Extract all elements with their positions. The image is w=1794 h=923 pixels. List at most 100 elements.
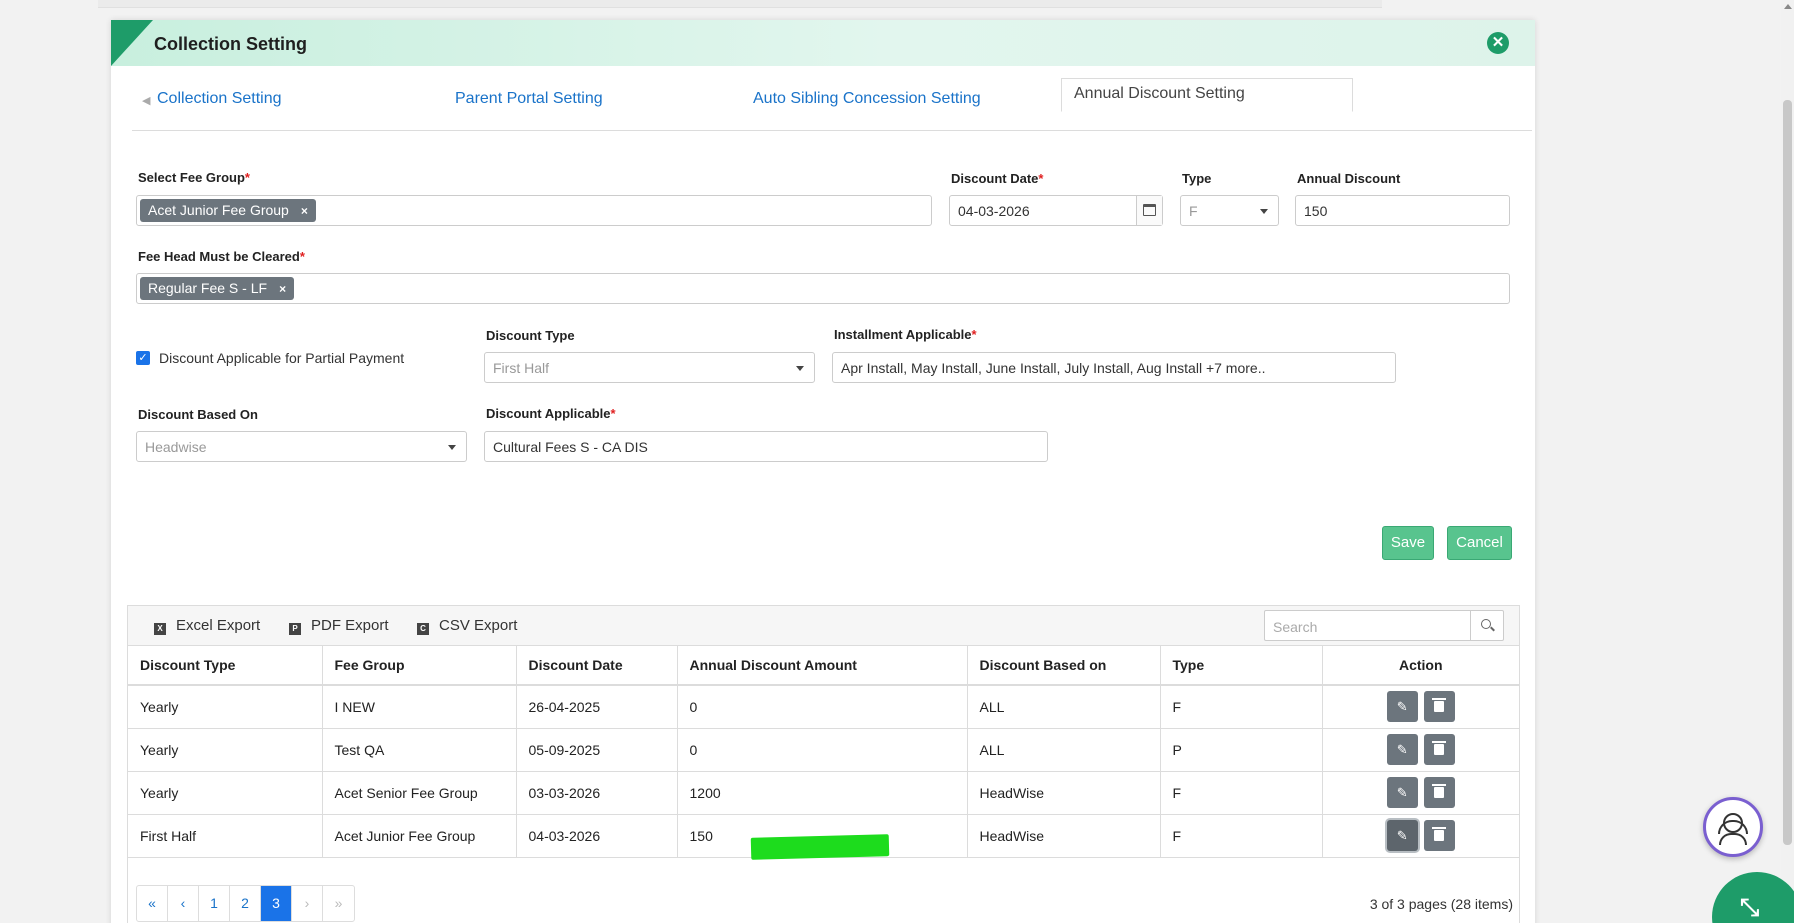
discount-applicable-value: Cultural Fees S - CA DIS	[493, 439, 648, 455]
excel-icon: X	[154, 623, 166, 635]
page-1-button[interactable]: 1	[199, 886, 230, 921]
chevron-down-icon	[1260, 209, 1268, 214]
column-header[interactable]: Annual Discount Amount	[677, 646, 968, 686]
column-header[interactable]: Type	[1160, 646, 1323, 686]
settings-tabs: ◀ Collection Setting Parent Portal Setti…	[132, 78, 1532, 131]
partial-payment-checkbox[interactable]: ✓	[136, 351, 150, 365]
annual-discount-value: 150	[1304, 203, 1328, 219]
header-corner-decoration	[111, 20, 153, 66]
delete-trash-icon[interactable]	[1423, 777, 1455, 808]
tab-collection-setting[interactable]: Collection Setting	[157, 90, 282, 108]
pdf-export-button[interactable]: P PDF Export	[289, 617, 389, 635]
expand-corner-icon[interactable]: ⤡	[1712, 872, 1794, 923]
discount-based-on-label: Discount Based On	[138, 407, 258, 422]
pagination: « ‹ 1 2 3 › »	[136, 885, 355, 922]
table-cell: 04-03-2026	[516, 814, 678, 858]
column-header[interactable]: Discount Date	[516, 646, 678, 686]
excel-export-button[interactable]: X Excel Export	[154, 617, 260, 635]
installment-applicable-select[interactable]: Apr Install, May Install, June Install, …	[832, 352, 1396, 383]
chip-remove-icon[interactable]: ×	[279, 282, 286, 296]
type-label: Type	[1182, 171, 1212, 186]
tab-parent-portal-setting[interactable]: Parent Portal Setting	[455, 90, 603, 108]
discount-applicable-label: Discount Applicable*	[486, 406, 616, 421]
table-cell: 05-09-2025	[516, 728, 678, 772]
page-3-button[interactable]: 3	[261, 886, 292, 921]
highlight-marker	[750, 834, 890, 860]
modal-header: Collection Setting ✕	[111, 20, 1535, 66]
table-cell: 26-04-2025	[516, 685, 678, 729]
cancel-button[interactable]: Cancel	[1447, 526, 1512, 560]
table-cell: Test QA	[322, 728, 517, 772]
annual-discount-label: Annual Discount	[1297, 171, 1401, 186]
fee-head-chip: Regular Fee S - LF ×	[140, 277, 295, 300]
discount-date-input[interactable]: 04-03-2026	[949, 195, 1163, 226]
save-button[interactable]: Save	[1382, 526, 1434, 560]
tab-annual-discount-setting[interactable]: Annual Discount Setting	[1061, 78, 1353, 112]
page-2-button[interactable]: 2	[230, 886, 261, 921]
table-cell: First Half	[128, 814, 323, 858]
table-cell: 0	[677, 685, 968, 729]
type-select[interactable]: F	[1180, 195, 1279, 226]
delete-trash-icon[interactable]	[1423, 691, 1455, 723]
table-cell: F	[1160, 771, 1323, 815]
csv-export-button[interactable]: C CSV Export	[417, 617, 517, 635]
discount-type-label: Discount Type	[486, 328, 575, 343]
table-cell: Yearly	[128, 685, 323, 729]
search-icon[interactable]	[1470, 611, 1503, 640]
discount-applicable-select[interactable]: Cultural Fees S - CA DIS	[484, 431, 1048, 462]
delete-trash-icon[interactable]	[1423, 820, 1455, 851]
table-cell: Acet Junior Fee Group	[322, 814, 517, 858]
table-cell: 03-03-2026	[516, 771, 678, 815]
vertical-scrollbar[interactable]	[1781, 0, 1794, 923]
delete-trash-icon[interactable]	[1423, 734, 1455, 765]
edit-pencil-icon[interactable]: ✎	[1386, 820, 1418, 851]
fee-head-cleared-label: Fee Head Must be Cleared*	[138, 249, 305, 264]
discount-based-on-select[interactable]: Headwise	[136, 431, 467, 462]
last-page-button[interactable]: »	[323, 886, 354, 921]
column-header[interactable]: Discount Based on	[967, 646, 1161, 686]
annual-discount-input[interactable]: 150	[1295, 195, 1510, 226]
table-row: Yearly I NEW 26-04-2025 0 ALL F ✎	[128, 685, 1519, 729]
collection-setting-modal: Collection Setting ✕ ◀ Collection Settin…	[111, 20, 1535, 923]
calendar-icon[interactable]	[1136, 196, 1162, 225]
edit-pencil-icon[interactable]: ✎	[1386, 734, 1418, 765]
discount-date-value: 04-03-2026	[958, 203, 1030, 219]
table-cell: Yearly	[128, 728, 323, 772]
chevron-down-icon	[796, 366, 804, 371]
table-cell: ALL	[967, 685, 1161, 729]
tab-auto-sibling-concession-setting[interactable]: Auto Sibling Concession Setting	[753, 90, 981, 108]
edit-pencil-icon[interactable]: ✎	[1386, 691, 1418, 723]
discount-based-on-value: Headwise	[145, 439, 207, 455]
row-actions: ✎	[1322, 685, 1519, 729]
column-header[interactable]: Discount Type	[128, 646, 323, 686]
scroll-up-icon[interactable]	[1784, 4, 1792, 9]
next-page-button[interactable]: ›	[292, 886, 323, 921]
table-cell: P	[1160, 728, 1323, 772]
close-circle-icon[interactable]: ✕	[1487, 32, 1509, 54]
first-page-button[interactable]: «	[137, 886, 168, 921]
modal-title: Collection Setting	[154, 34, 307, 54]
fee-head-cleared-select[interactable]: Regular Fee S - LF ×	[136, 273, 1510, 304]
scrollbar-thumb[interactable]	[1783, 100, 1792, 845]
table-cell: Yearly	[128, 771, 323, 815]
table-row: Yearly Acet Senior Fee Group 03-03-2026 …	[128, 771, 1519, 815]
chevron-down-icon	[448, 445, 456, 450]
search-input[interactable]: Search	[1273, 619, 1317, 635]
row-actions: ✎	[1322, 771, 1519, 815]
chip-remove-icon[interactable]: ×	[301, 204, 308, 218]
support-agent-icon[interactable]	[1703, 797, 1763, 857]
installment-applicable-label: Installment Applicable*	[834, 327, 977, 342]
table-header-row: Discount Type Fee Group Discount Date An…	[128, 646, 1519, 686]
tab-scroll-left-icon[interactable]: ◀	[142, 94, 150, 107]
edit-pencil-icon[interactable]: ✎	[1386, 777, 1418, 808]
row-actions: ✎	[1322, 814, 1519, 858]
prev-page-button[interactable]: ‹	[168, 886, 199, 921]
grid-search[interactable]: Search	[1264, 610, 1504, 641]
discount-type-select[interactable]: First Half	[484, 352, 815, 383]
table-cell: F	[1160, 814, 1323, 858]
table-cell: 1200	[677, 771, 968, 815]
column-header[interactable]: Fee Group	[322, 646, 517, 686]
table-cell: Acet Senior Fee Group	[322, 771, 517, 815]
fee-group-select[interactable]: Acet Junior Fee Group ×	[136, 195, 932, 226]
table-row: Yearly Test QA 05-09-2025 0 ALL P ✎	[128, 728, 1519, 772]
